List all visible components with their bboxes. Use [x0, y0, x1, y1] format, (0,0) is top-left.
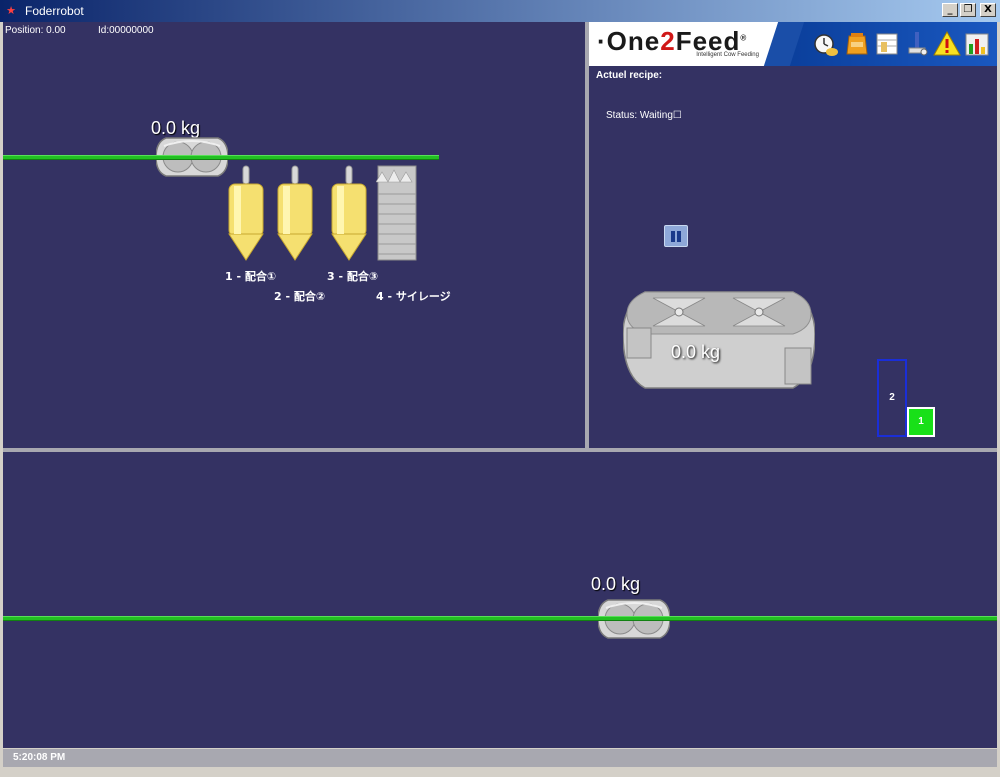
statistics-chart-icon[interactable] — [963, 30, 991, 58]
mixer-panel: ·One2Feed® Intelligent Cow Feeding Actue… — [589, 22, 997, 448]
feed-slot-1[interactable]: 1 — [907, 407, 935, 437]
clock: 5:20:08 PM — [13, 752, 66, 763]
feed-station-panel: Position: 0.00 Id:00000000 0.0 kg 1 - 配合… — [3, 22, 585, 448]
warning-icon[interactable] — [933, 30, 961, 58]
window-title: Foderrobot — [25, 4, 84, 18]
status-bar: 5:20:08 PM — [3, 749, 997, 767]
window-controls: _ ❐ X — [942, 3, 996, 17]
silo-1-label: 1 - 配合① — [225, 270, 277, 283]
logo-tagline: Intelligent Cow Feeding — [696, 52, 759, 58]
silo-2[interactable] — [274, 164, 316, 264]
silo-2-label: 2 - 配合② — [274, 290, 326, 303]
silo-1[interactable] — [225, 164, 267, 264]
feed-bag-icon[interactable] — [843, 30, 871, 58]
main-view: Position: 0.00 Id:00000000 0.0 kg 1 - 配合… — [3, 22, 997, 748]
feed-rail-bottom — [3, 616, 997, 621]
close-button[interactable]: X — [980, 3, 996, 17]
silo-3[interactable] — [328, 164, 370, 264]
silo-3-label: 3 - 配合③ — [327, 270, 379, 283]
one2feed-logo: ·One2Feed® Intelligent Cow Feeding — [589, 22, 779, 66]
recipe-table-icon[interactable] — [873, 30, 901, 58]
feed-slot-2[interactable]: 2 — [877, 359, 907, 437]
feed-mixer[interactable] — [623, 284, 815, 394]
feeding-clock-icon[interactable] — [811, 30, 839, 58]
pause-button[interactable] — [664, 225, 688, 247]
feed-rail-top — [3, 155, 439, 160]
bottom-rail-panel: 0.0 kg — [3, 452, 997, 748]
silage-silo-4[interactable] — [376, 164, 418, 264]
id-readout: Id:00000000 — [98, 25, 154, 36]
wagon-weight-bottom: 0.0 kg — [591, 574, 641, 594]
restore-button[interactable]: ❐ — [960, 3, 976, 17]
position-readout: Position: 0.00 — [5, 25, 66, 36]
silo-4-label: 4 - サイレージ — [376, 290, 451, 303]
robot-arm-icon[interactable] — [903, 30, 931, 58]
minimize-button[interactable]: _ — [942, 3, 958, 17]
recipe-title: Actuel recipe: — [596, 70, 663, 81]
title-bar: ★ Foderrobot _ ❐ X — [0, 0, 1000, 22]
status-text: Status: Waiting☐ — [606, 110, 682, 121]
app-icon[interactable]: ★ — [3, 3, 19, 19]
mixer-weight: 0.0 kg — [671, 342, 721, 362]
